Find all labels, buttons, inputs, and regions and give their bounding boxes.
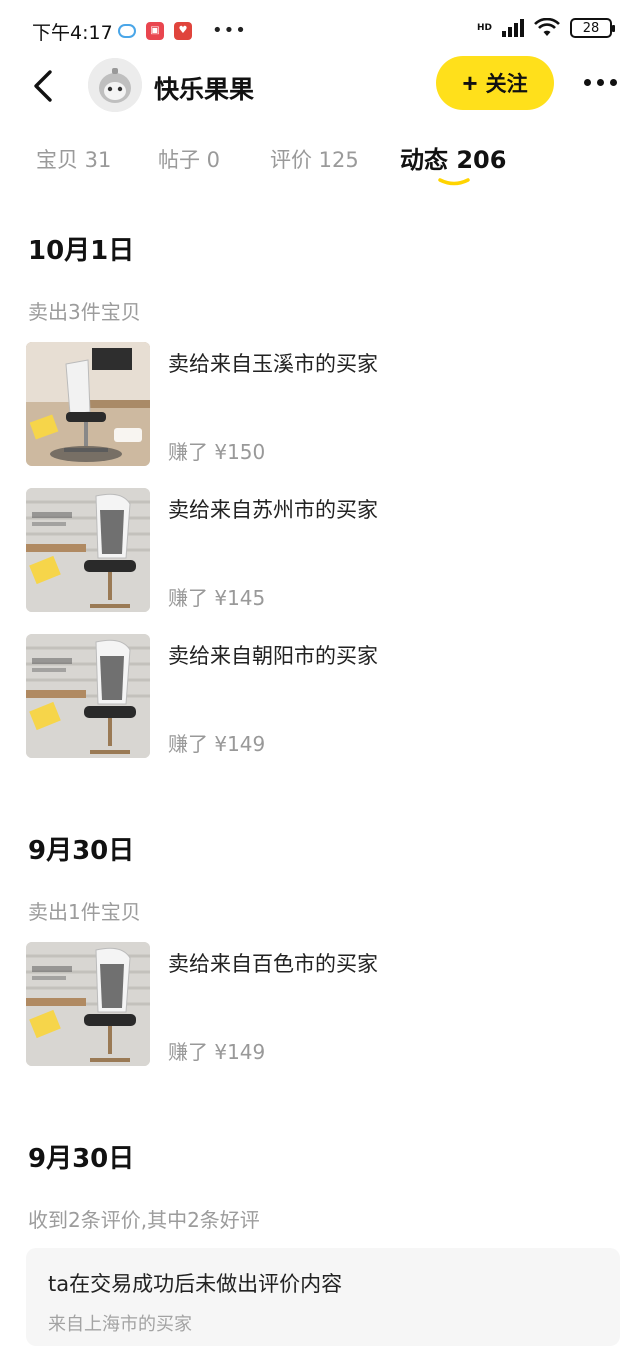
review-card[interactable]: ta在交易成功后未做出评价内容 来自上海市的买家 (26, 1248, 620, 1346)
battery-icon: 28 (570, 18, 615, 38)
sale-earned: 赚了 ¥149 (168, 732, 266, 756)
sale-earned: 赚了 ¥145 (168, 586, 266, 610)
shop-header: 快乐果果 + 关注 (0, 56, 640, 120)
active-tab-indicator (438, 178, 470, 186)
sale-earned: 赚了 ¥150 (168, 440, 266, 464)
section-date: 9月30日 (28, 1144, 135, 1174)
sale-title: 卖给来自玉溪市的买家 (168, 352, 378, 376)
tab-activity[interactable]: 动态 206 (400, 140, 506, 175)
section-date: 10月1日 (28, 236, 135, 266)
wifi-icon (534, 18, 560, 36)
status-notifications: ▣ ♥ ••• (118, 20, 247, 41)
follow-button[interactable]: + 关注 (436, 56, 554, 110)
product-thumbnail (26, 942, 150, 1066)
tab-items[interactable]: 宝贝 31 (36, 144, 111, 174)
section-summary: 卖出1件宝贝 (28, 900, 141, 924)
shop-name: 快乐果果 (154, 75, 255, 104)
more-notifications-icon: ••• (212, 20, 247, 41)
sale-earned: 赚了 ¥149 (168, 1040, 266, 1064)
sale-item[interactable]: 卖给来自苏州市的买家 赚了 ¥145 (26, 488, 616, 614)
profile-tabs: 宝贝 31 帖子 0 评价 125 动态 206 (0, 140, 640, 200)
review-text: ta在交易成功后未做出评价内容 (48, 1272, 343, 1296)
product-thumbnail (26, 342, 150, 466)
sale-title: 卖给来自百色市的买家 (168, 952, 378, 976)
sale-item[interactable]: 卖给来自朝阳市的买家 赚了 ¥149 (26, 634, 616, 760)
cloud-icon (118, 23, 136, 38)
sale-item[interactable]: 卖给来自百色市的买家 赚了 ¥149 (26, 942, 616, 1068)
sale-title: 卖给来自朝阳市的买家 (168, 644, 378, 668)
tab-posts[interactable]: 帖子 0 (158, 144, 220, 174)
status-bar: 下午4:17 ▣ ♥ ••• HD 28 (0, 0, 640, 56)
avatar[interactable] (88, 58, 142, 112)
review-source: 来自上海市的买家 (48, 1314, 192, 1335)
signal-icon (502, 19, 524, 37)
back-icon[interactable] (28, 66, 58, 106)
section-summary: 收到2条评价,其中2条好评 (28, 1208, 260, 1232)
hd-icon: HD (476, 23, 492, 33)
section-summary: 卖出3件宝贝 (28, 300, 141, 324)
sale-title: 卖给来自苏州市的买家 (168, 498, 378, 522)
more-options-icon[interactable] (584, 70, 624, 94)
follow-label: 关注 (485, 73, 528, 96)
section-date: 9月30日 (28, 836, 135, 866)
product-thumbnail (26, 488, 150, 612)
app-notification-icon: ▣ (146, 21, 164, 40)
plus-icon: + (462, 68, 478, 98)
app-notification-icon-2: ♥ (174, 21, 192, 40)
sale-item[interactable]: 卖给来自玉溪市的买家 赚了 ¥150 (26, 342, 616, 468)
status-time: 下午4:17 (32, 22, 113, 44)
tab-reviews[interactable]: 评价 125 (270, 144, 359, 174)
product-thumbnail (26, 634, 150, 758)
status-right-icons: HD 28 (476, 18, 615, 38)
